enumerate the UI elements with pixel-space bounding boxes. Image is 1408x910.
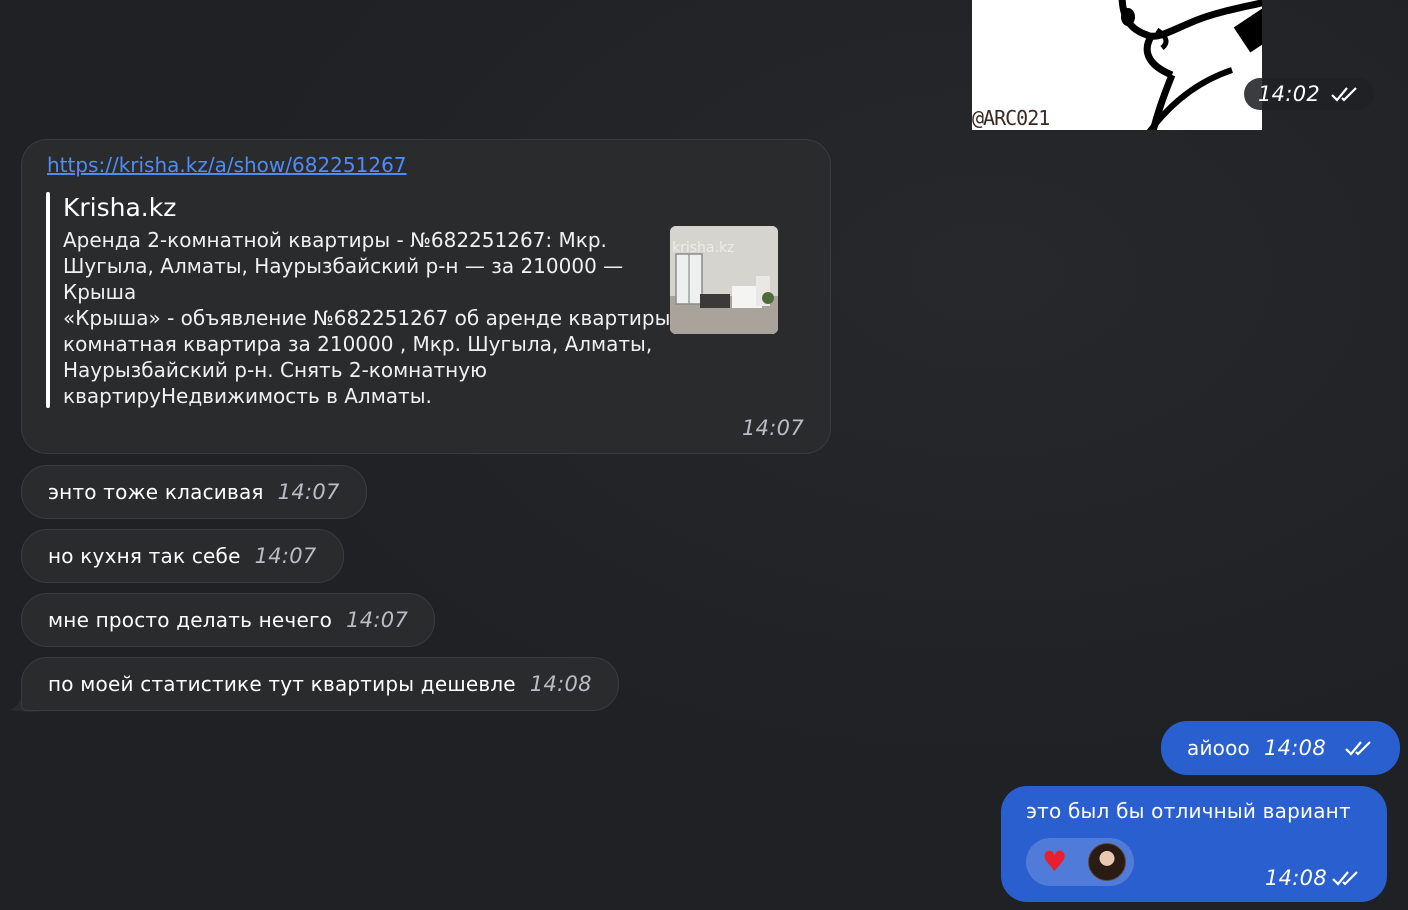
- message-time: 14:07: [741, 416, 804, 440]
- message-time: 14:08: [529, 672, 592, 696]
- message-text: энто тоже класивая: [48, 480, 264, 504]
- message-link[interactable]: https://krisha.kz/a/show/682251267: [47, 153, 407, 177]
- message-time: 14:07: [346, 608, 409, 632]
- preview-title: Аренда 2-комнатной квартиры - №682251267…: [63, 228, 624, 304]
- message-reactions[interactable]: ♥: [1026, 838, 1134, 886]
- message-text: это был бы отличный вариант: [1026, 799, 1351, 823]
- message-time: 14:07: [254, 544, 317, 568]
- sticker-credit: @ARC021: [972, 106, 1050, 130]
- link-preview-message[interactable]: https://krisha.kz/a/show/682251267 Krish…: [21, 139, 831, 454]
- avatar-reaction[interactable]: [1088, 843, 1126, 881]
- message-time-status: 14:08: [1265, 866, 1361, 890]
- heart-reaction-icon[interactable]: ♥: [1042, 846, 1067, 878]
- double-check-icon: [1345, 741, 1371, 756]
- incoming-message[interactable]: но кухня так себе 14:07: [21, 529, 344, 583]
- incoming-message[interactable]: энто тоже класивая 14:07: [21, 465, 367, 519]
- chat-window: @ARC021 14:02 https://krisha.kz/a/show/6…: [0, 0, 1408, 910]
- outgoing-message[interactable]: айооо 14:08: [1161, 721, 1400, 775]
- message-time: 14:02: [1258, 82, 1321, 106]
- message-time: 14:08: [1264, 866, 1327, 890]
- double-check-icon: [1331, 87, 1357, 102]
- preview-accent-bar: [46, 192, 50, 408]
- preview-thumbnail[interactable]: krisha.kz: [670, 226, 778, 334]
- preview-site-name: Krisha.kz: [63, 193, 177, 222]
- message-text: но кухня так себе: [48, 544, 241, 568]
- incoming-message[interactable]: мне просто делать нечего 14:07: [21, 593, 436, 647]
- message-time: 14:07: [277, 480, 340, 504]
- incoming-message[interactable]: по моей статистике тут квартиры дешевле …: [21, 657, 619, 711]
- sticker-image[interactable]: @ARC021: [972, 0, 1262, 130]
- thumbnail-watermark: krisha.kz: [672, 240, 735, 256]
- message-text: айооо: [1187, 736, 1250, 760]
- outgoing-message[interactable]: это был бы отличный вариант ♥ 14:08: [1001, 786, 1387, 902]
- message-time: 14:08: [1263, 736, 1326, 760]
- sticker-timestamp: 14:02: [1244, 78, 1375, 110]
- preview-description: «Крыша» - объявление №682251267 об аренд…: [63, 306, 704, 408]
- message-text: по моей статистике тут квартиры дешевле: [48, 672, 516, 696]
- double-check-icon: [1332, 871, 1358, 886]
- message-text: мне просто делать нечего: [48, 608, 333, 632]
